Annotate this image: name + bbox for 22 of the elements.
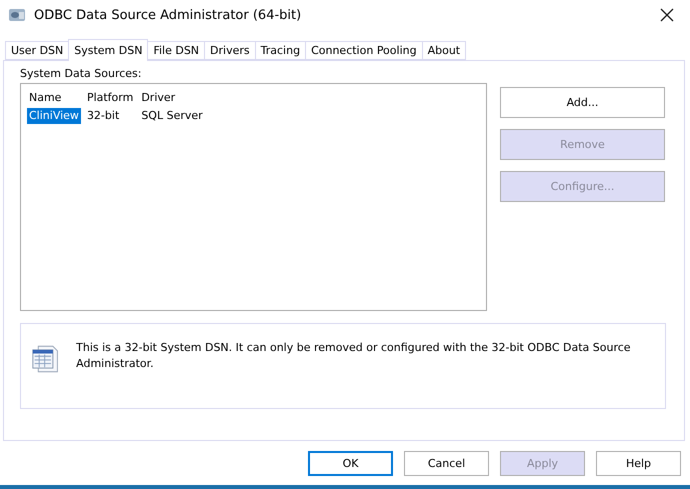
tab[interactable]: User DSN — [5, 41, 70, 60]
close-icon[interactable] — [660, 8, 674, 22]
dialog-button[interactable]: OK — [308, 451, 393, 476]
tab[interactable]: Connection Pooling — [305, 41, 423, 60]
list-item[interactable]: CliniView — [27, 108, 81, 124]
column-header: Driver — [140, 90, 176, 106]
column-header: Platform — [86, 90, 134, 106]
tab[interactable]: Drivers — [204, 41, 256, 60]
action-button[interactable]: Add... — [500, 87, 665, 118]
tab[interactable]: System DSN — [68, 39, 148, 61]
tab[interactable]: File DSN — [147, 41, 206, 60]
tab[interactable]: Tracing — [254, 41, 306, 60]
window-title: ODBC Data Source Administrator (64-bit) — [34, 8, 302, 22]
app-icon — [8, 7, 26, 23]
dialog-button[interactable]: Cancel — [404, 451, 489, 476]
info-text: This is a 32-bit System DSN. It can only be removed or configured with the 32-bit ODBC Data Source Administrator. — [76, 340, 632, 372]
column-header: Name — [28, 90, 62, 106]
tab[interactable]: About — [422, 41, 466, 60]
group-label: System Data Sources: — [20, 67, 142, 80]
table-cell-text: SQL Server — [140, 108, 204, 124]
dialog-button[interactable]: Help — [596, 451, 681, 476]
table-cell-text: 32-bit — [86, 108, 120, 124]
